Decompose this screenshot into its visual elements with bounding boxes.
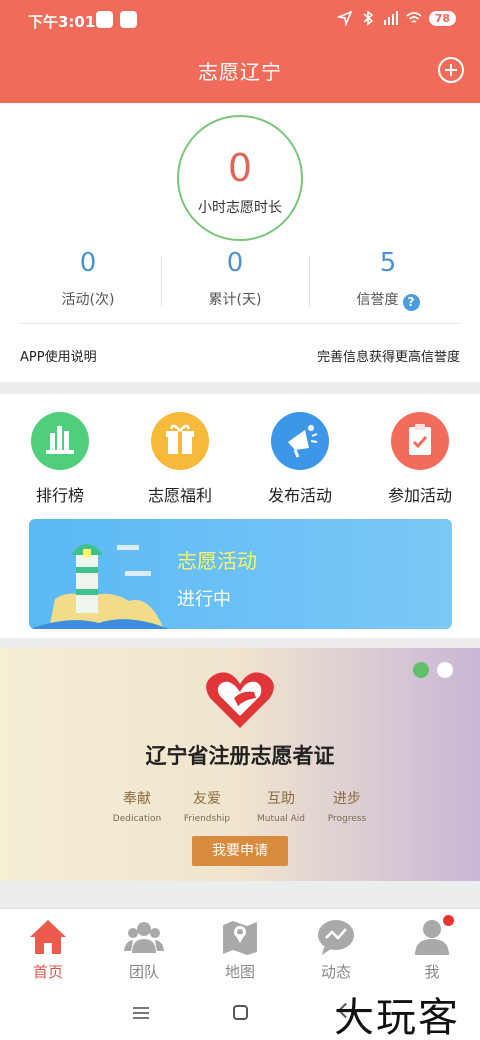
app-instructions-link[interactable]: APP使用说明: [20, 346, 97, 365]
activity-banner-title: 志愿活动: [177, 549, 257, 573]
app-header: 下午3:01 78 志愿辽宁: [0, 0, 480, 103]
features-panel: 排行榜 志愿福利 发布活动 参加活动 志愿活动 进行中: [0, 394, 480, 638]
stat-value: 0: [226, 248, 244, 278]
download-icon: [120, 11, 137, 28]
location-icon: [336, 10, 353, 26]
credit-label-text: 信誉度: [356, 292, 399, 308]
status-bar: 下午3:01 78: [0, 0, 480, 40]
stat-days[interactable]: 0 累计(天): [155, 246, 315, 309]
bluetooth-icon: [363, 10, 373, 26]
apply-button[interactable]: 我要申请: [192, 836, 288, 866]
help-icon[interactable]: ?: [402, 294, 420, 311]
feature-label: 排行榜: [35, 486, 84, 505]
battery-indicator: 78: [428, 10, 456, 26]
ranking-icon: [31, 412, 89, 470]
team-icon: [124, 922, 164, 953]
lighthouse-illustration: [29, 544, 169, 629]
map-icon: [223, 921, 257, 955]
value-item: 进步 Progress: [302, 788, 392, 824]
tab-label: 首页: [32, 963, 63, 981]
add-button[interactable]: [438, 57, 464, 83]
notification-app-icon: [96, 11, 113, 28]
feature-join-activity[interactable]: 参加活动: [372, 412, 468, 506]
volunteer-hours-circle[interactable]: 0 小时志愿时长: [177, 115, 303, 241]
volunteer-heart-logo: [206, 672, 274, 728]
feature-label: 志愿福利: [147, 486, 212, 505]
bottom-tab-bar: 首页 团队 地图 动态 我: [0, 908, 480, 983]
stat-value: 5: [379, 248, 397, 278]
news-icon: [318, 920, 354, 955]
value-en: Progress: [327, 814, 367, 824]
stat-activities[interactable]: 0 活动(次): [8, 246, 168, 309]
tab-profile[interactable]: 我: [384, 909, 480, 984]
feature-label: 发布活动: [267, 486, 332, 505]
stats-panel: 0 小时志愿时长 0 活动(次) 0 累计(天) 5 信誉度? APP使用说明 …: [0, 103, 480, 382]
volunteer-hours-value: 0: [227, 146, 253, 190]
status-time: 下午3:01: [28, 13, 96, 31]
certificate-banner[interactable]: 辽宁省注册志愿者证 奉献 Dedication 友爱 Friendship 互助…: [0, 648, 480, 881]
tab-label: 动态: [320, 963, 351, 981]
tab-home[interactable]: 首页: [0, 909, 96, 984]
tab-team[interactable]: 团队: [96, 909, 192, 984]
stat-credit[interactable]: 5 信誉度?: [308, 246, 468, 311]
activity-banner-subtitle: 进行中: [177, 589, 231, 610]
tab-label: 我: [424, 963, 440, 981]
feature-label: 参加活动: [387, 486, 452, 505]
divider: [20, 323, 460, 324]
value-cn: 进步: [333, 791, 361, 807]
tab-map[interactable]: 地图: [192, 909, 288, 984]
tab-news[interactable]: 动态: [288, 909, 384, 984]
clipboard-icon: [391, 412, 449, 470]
feature-publish-activity[interactable]: 发布活动: [252, 412, 348, 506]
complete-info-link[interactable]: 完善信息获得更高信誉度: [317, 346, 460, 365]
status-icons: 78: [336, 10, 456, 26]
tab-label: 地图: [224, 963, 255, 981]
home-icon: [30, 920, 66, 954]
tab-label: 团队: [128, 963, 159, 981]
certificate-title: 辽宁省注册志愿者证: [145, 744, 335, 768]
menu-icon[interactable]: [133, 1007, 149, 1019]
stat-label: 信誉度?: [308, 289, 468, 311]
stat-label: 累计(天): [208, 292, 262, 308]
feature-ranking[interactable]: 排行榜: [12, 412, 108, 506]
watermark: 大玩客: [334, 995, 460, 1040]
gift-icon: [151, 412, 209, 470]
carousel-dot[interactable]: [437, 662, 453, 678]
wifi-icon: [406, 12, 422, 23]
stat-label: 活动(次): [61, 292, 115, 308]
page-title: 志愿辽宁: [198, 60, 282, 84]
signal-icon: [383, 11, 398, 25]
volunteer-activity-banner[interactable]: 志愿活动 进行中: [29, 519, 452, 629]
carousel-dot-active[interactable]: [413, 662, 429, 678]
megaphone-icon: [271, 412, 329, 470]
notification-badge: [443, 915, 454, 926]
feature-welfare[interactable]: 志愿福利: [132, 412, 228, 506]
home-square-icon[interactable]: [233, 1005, 248, 1020]
volunteer-hours-label: 小时志愿时长: [198, 200, 282, 216]
stat-value: 0: [79, 248, 97, 278]
